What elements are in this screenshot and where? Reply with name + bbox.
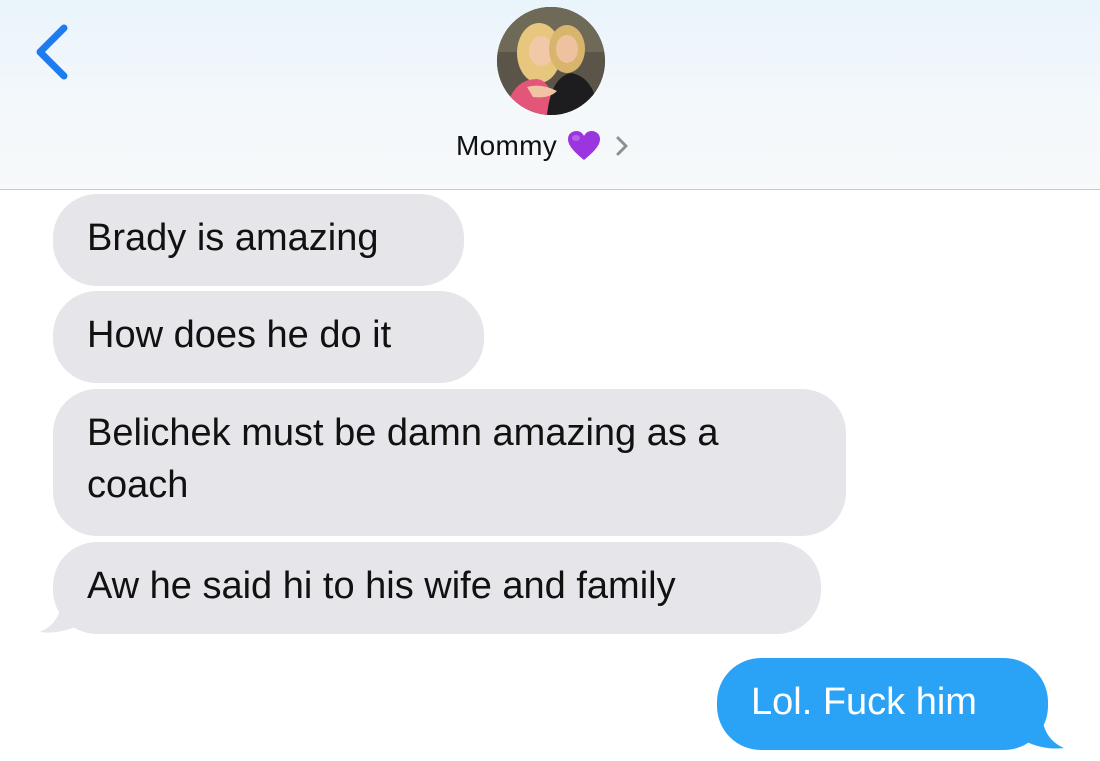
- conversation-header: Mommy: [0, 0, 1100, 190]
- incoming-bubble-tail: [40, 596, 84, 633]
- message-text: Lol. Fuck him: [751, 681, 977, 723]
- chevron-left-icon: [36, 24, 68, 80]
- message-bubble-incoming[interactable]: How does he do it: [53, 291, 484, 383]
- avatar-photo: [497, 7, 605, 115]
- messages-screen: Mommy Brady is amazing How does he do it…: [0, 0, 1100, 761]
- message-text: How does he do it: [87, 314, 392, 356]
- back-button[interactable]: [28, 22, 78, 82]
- purple-heart-icon: [568, 131, 601, 160]
- message-text: Aw he said hi to his wife and family: [87, 565, 676, 607]
- contact-name: Mommy: [456, 130, 558, 161]
- message-bubble-incoming[interactable]: Belichek must be damn amazing as a coach: [53, 389, 846, 536]
- outgoing-bubble-tail: [1020, 712, 1064, 749]
- message-bubble-incoming[interactable]: Aw he said hi to his wife and family: [53, 542, 821, 634]
- contact-avatar[interactable]: [497, 7, 605, 115]
- chevron-right-icon: [616, 136, 628, 156]
- contact-name-button[interactable]: Mommy: [456, 124, 629, 168]
- message-bubble-incoming[interactable]: Brady is amazing: [53, 194, 464, 286]
- message-bubble-outgoing[interactable]: Lol. Fuck him: [717, 658, 1048, 750]
- message-text: Belichek must be damn amazing as a coach: [87, 412, 730, 506]
- message-text: Brady is amazing: [87, 217, 379, 259]
